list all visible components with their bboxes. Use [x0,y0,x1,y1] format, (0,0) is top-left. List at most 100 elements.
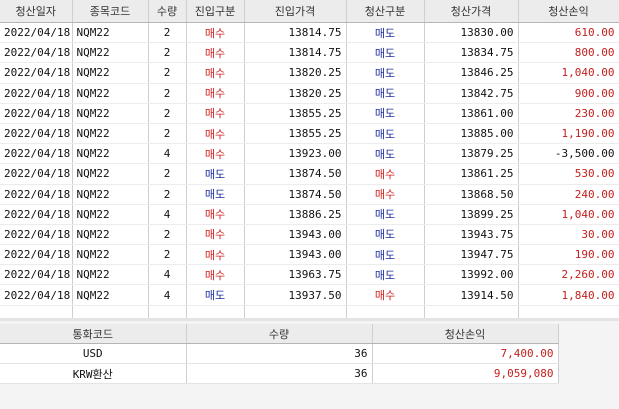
column-header-exit-price[interactable]: 청산가격 [424,0,519,23]
summary-header-row: 통화코드 수량 청산손익 [0,324,619,344]
cell-entry-side: 매수 [186,204,245,225]
cell-entry-side: 매수 [186,22,245,44]
table-row[interactable]: 2022/04/18 NQM22 4 매도 13937.50 매수 13914.50 1,84… [0,284,619,306]
cell-date: 2022/04/18 [0,62,73,84]
cell-pnl: 800.00 [518,42,619,64]
summary-cell-pnl: 7,400.00 [372,343,559,364]
table-row[interactable]: 2022/04/18 NQM22 2 매도 13874.50 매수 13861.25 530.… [0,163,619,185]
cell-exit-price: 13830.00 [424,22,519,44]
cell-entry-price: 13923.00 [244,143,347,165]
cell-exit-price: 13842.75 [424,83,519,104]
table-row[interactable]: 2022/04/18 NQM22 2 매수 13814.75 매도 13834.75 800.… [0,42,619,64]
cell-date: 2022/04/18 [0,264,73,286]
cell-exit-price: 13947.75 [424,244,519,266]
cell-qty: 2 [148,42,187,64]
cell-exit-price: 13834.75 [424,42,519,64]
cell-code: NQM22 [72,244,149,266]
cell-qty: 2 [148,62,187,84]
cell-exit-price: 13914.50 [424,284,519,306]
summary-header-qty[interactable]: 수량 [186,324,373,344]
cell-entry-price: 13820.25 [244,62,347,84]
cell-exit-price: 13879.25 [424,143,519,165]
cell-pnl: 610.00 [518,22,619,44]
cell-exit-side: 매도 [346,123,425,145]
cell-qty: 2 [148,184,187,205]
cell-qty: 4 [148,264,187,286]
table-row[interactable]: 2022/04/18 NQM22 2 매수 13820.25 매도 13842.75 900.… [0,83,619,104]
cell-exit-side: 매수 [346,163,425,185]
table-row[interactable]: 2022/04/18 NQM22 2 매수 13820.25 매도 13846.25 1,04… [0,62,619,84]
cell-qty: 4 [148,284,187,306]
cell-date: 2022/04/18 [0,184,73,205]
table-row[interactable]: 2022/04/18 NQM22 4 매수 13963.75 매도 13992.00 2,26… [0,264,619,286]
cell-pnl: 900.00 [518,83,619,104]
cell-exit-price: 13861.00 [424,103,519,124]
cell-entry-side: 매도 [186,163,245,185]
cell-date: 2022/04/18 [0,123,73,145]
summary-panel: 통화코드 수량 청산손익 USD 36 7,400.00 KRW환산 36 9,059,080 [0,318,619,409]
cell-exit-side: 매수 [346,284,425,306]
cell-exit-side: 매도 [346,204,425,225]
cell-qty: 2 [148,103,187,124]
cell-qty: 2 [148,83,187,104]
cell-entry-price: 13820.25 [244,83,347,104]
column-header-exit-side[interactable]: 청산구분 [346,0,425,23]
summary-spacer-cell [558,363,619,384]
table-row[interactable]: 2022/04/18 NQM22 2 매수 13814.75 매도 13830.00 610.… [0,22,619,44]
cell-date: 2022/04/18 [0,244,73,266]
cell-code: NQM22 [72,103,149,124]
cell-code: NQM22 [72,62,149,84]
column-header-qty[interactable]: 수량 [148,0,187,23]
cell-entry-price: 13963.75 [244,264,347,286]
cell-entry-side: 매수 [186,264,245,286]
column-header-code[interactable]: 종목코드 [72,0,149,23]
table-row[interactable]: 2022/04/18 NQM22 2 매수 13943.00 매도 13947.75 190.… [0,244,619,266]
cell-pnl: 1,190.00 [518,123,619,145]
cell-code: NQM22 [72,224,149,246]
summary-row[interactable]: USD 36 7,400.00 [0,343,619,364]
summary-header-spacer [558,324,619,344]
cell-exit-price: 13846.25 [424,62,519,84]
cell-code: NQM22 [72,22,149,44]
table-body: 2022/04/18 NQM22 2 매수 13814.75 매도 13830.00 610.… [0,22,619,326]
cell-code: NQM22 [72,204,149,225]
cell-pnl: -3,500.00 [518,143,619,165]
cell-qty: 2 [148,163,187,185]
cell-exit-side: 매도 [346,143,425,165]
table-row[interactable]: 2022/04/18 NQM22 4 매수 13923.00 매도 13879.25 -3,5… [0,143,619,165]
table-row[interactable]: 2022/04/18 NQM22 2 매수 13943.00 매도 13943.75 30.0… [0,224,619,246]
column-header-date[interactable]: 청산일자 [0,0,73,23]
cell-exit-side: 매도 [346,264,425,286]
table-row[interactable]: 2022/04/18 NQM22 2 매도 13874.50 매수 13868.50 240.… [0,184,619,205]
cell-entry-side: 매수 [186,83,245,104]
cell-entry-side: 매도 [186,284,245,306]
summary-row[interactable]: KRW환산 36 9,059,080 [0,363,619,384]
table-row[interactable]: 2022/04/18 NQM22 2 매수 13855.25 매도 13885.00 1,19… [0,123,619,145]
cell-exit-side: 매도 [346,224,425,246]
cell-code: NQM22 [72,264,149,286]
table-row[interactable]: 2022/04/18 NQM22 4 매수 13886.25 매도 13899.25 1,04… [0,204,619,225]
cell-entry-side: 매수 [186,42,245,64]
summary-header-pnl[interactable]: 청산손익 [372,324,559,344]
cell-date: 2022/04/18 [0,204,73,225]
cell-entry-price: 13886.25 [244,204,347,225]
table-row[interactable]: 2022/04/18 NQM22 2 매수 13855.25 매도 13861.00 230.… [0,103,619,124]
cell-exit-price: 13885.00 [424,123,519,145]
cell-pnl: 240.00 [518,184,619,205]
column-header-entry-price[interactable]: 진입가격 [244,0,347,23]
cell-entry-side: 매수 [186,123,245,145]
column-header-entry-side[interactable]: 진입구분 [186,0,245,23]
cell-date: 2022/04/18 [0,163,73,185]
cell-entry-side: 매도 [186,184,245,205]
column-header-pnl[interactable]: 청산손익 [518,0,619,23]
cell-exit-side: 매도 [346,42,425,64]
cell-pnl: 30.00 [518,224,619,246]
cell-exit-price: 13861.25 [424,163,519,185]
cell-qty: 2 [148,224,187,246]
summary-header-currency[interactable]: 통화코드 [0,324,187,344]
cell-pnl: 530.00 [518,163,619,185]
cell-entry-price: 13943.00 [244,244,347,266]
summary-cell-qty: 36 [186,363,373,384]
cell-exit-side: 매도 [346,244,425,266]
cell-entry-side: 매수 [186,244,245,266]
